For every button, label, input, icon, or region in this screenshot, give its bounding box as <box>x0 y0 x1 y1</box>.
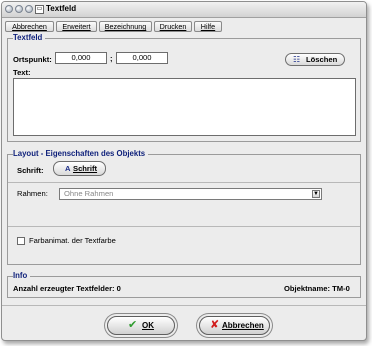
object-name: Objektname: TM-0 <box>284 284 350 293</box>
clear-list-icon: ☷ <box>293 55 301 64</box>
coordinate-separator: ; <box>110 54 113 63</box>
font-button[interactable]: A Schrift <box>53 161 106 176</box>
menu-erweitert[interactable]: Erweitert <box>56 21 97 32</box>
window-title: Textfeld <box>46 4 77 13</box>
ortspunkt-label: Ortspunkt: <box>13 55 52 64</box>
x-coordinate-field[interactable]: 0,000 <box>55 52 107 64</box>
frame-select-value: Ohne Rahmen <box>64 189 114 198</box>
clear-button[interactable]: ☷ Löschen <box>285 53 345 66</box>
zoom-window-button[interactable] <box>25 5 33 13</box>
font-label: Schrift: <box>17 166 44 175</box>
minimize-window-button[interactable] <box>15 5 23 13</box>
checkmark-icon: ✔ <box>128 319 138 331</box>
text-input-area[interactable] <box>13 78 356 136</box>
y-coordinate-field[interactable]: 0,000 <box>116 52 168 64</box>
cancel-x-icon: ✘ <box>210 319 220 331</box>
info-group-title: Info <box>13 271 31 280</box>
cancel-button-label: Abbrechen <box>222 321 264 330</box>
cancel-button[interactable]: ✘ Abbrechen <box>199 316 270 335</box>
close-window-button[interactable] <box>5 5 13 13</box>
separator-line <box>2 305 366 306</box>
ok-button[interactable]: ✔ OK <box>107 316 175 335</box>
font-a-icon: A <box>65 164 71 173</box>
menu-drucken[interactable]: Drucken <box>154 21 192 32</box>
color-animation-checkbox[interactable] <box>17 237 25 245</box>
menu-bezeichnung[interactable]: Bezeichnung <box>99 21 152 32</box>
frame-select[interactable]: Ohne Rahmen ▼ <box>59 188 322 200</box>
title-bar: ▭ Textfeld <box>2 2 366 18</box>
separator-line <box>8 226 360 227</box>
layout-group-title: Layout - Eigenschaften des Objekts <box>13 149 149 158</box>
font-button-label: Schrift <box>73 164 98 173</box>
frame-label: Rahmen: <box>17 189 48 198</box>
dialog-window: ▭ Textfeld Abbrechen Erweitert Bezeichnu… <box>1 1 367 341</box>
clear-button-label: Löschen <box>306 55 338 64</box>
textfield-count: Anzahl erzeugter Textfelder: 0 <box>13 284 121 293</box>
menu-hilfe[interactable]: Hilfe <box>194 21 222 32</box>
textfeld-group-title: Textfeld <box>13 33 46 42</box>
ok-button-label: OK <box>142 321 154 330</box>
chevron-down-icon[interactable]: ▼ <box>312 190 320 198</box>
document-icon: ▭ <box>35 5 44 14</box>
color-animation-label: Farbanimat. der Textfarbe <box>29 236 116 245</box>
separator-line <box>8 182 360 183</box>
text-label: Text: <box>13 68 31 77</box>
menu-abbrechen[interactable]: Abbrechen <box>5 21 54 32</box>
